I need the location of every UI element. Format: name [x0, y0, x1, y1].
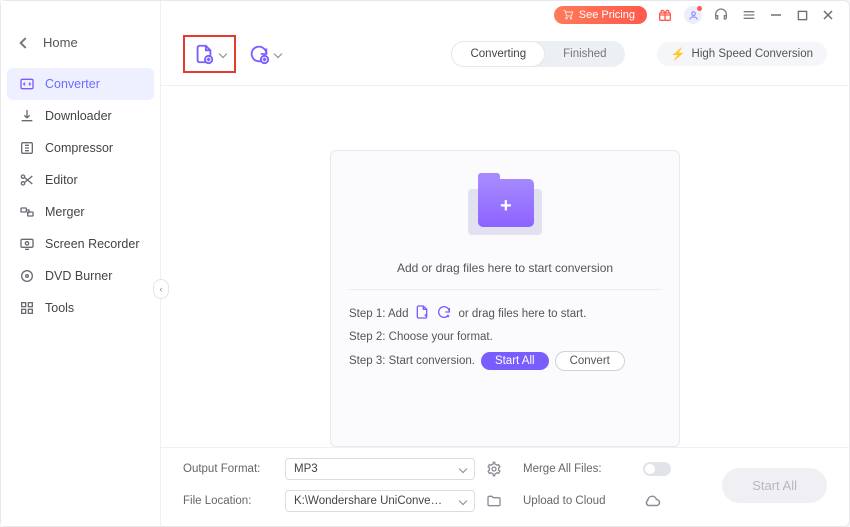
nav: Converter Downloader Compressor Editor — [1, 64, 160, 324]
sidebar-item-label: Downloader — [45, 109, 112, 123]
sidebar: Home Converter Downloader Compressor — [1, 1, 161, 526]
sidebar-item-compressor[interactable]: Compressor — [7, 132, 154, 164]
grid-icon — [19, 300, 35, 316]
merger-icon — [19, 204, 35, 220]
open-folder-button[interactable] — [485, 492, 503, 510]
cloud-icon[interactable] — [643, 494, 661, 508]
hsc-label: High Speed Conversion — [692, 48, 813, 60]
gift-icon[interactable] — [655, 5, 675, 25]
home-label: Home — [43, 35, 78, 50]
converter-icon — [19, 76, 35, 92]
folder-plus-icon: + — [460, 179, 550, 243]
step-2-row: Step 2: Choose your format. — [349, 331, 661, 343]
tab-converting[interactable]: Converting — [451, 41, 545, 67]
file-location-select[interactable]: K:\Wondershare UniConverter 1 — [285, 490, 475, 512]
step2-text: Step 2: Choose your format. — [349, 331, 493, 343]
output-format-value: MP3 — [294, 463, 318, 475]
sidebar-item-label: DVD Burner — [45, 269, 112, 283]
tab-finished[interactable]: Finished — [545, 41, 624, 67]
file-plus-icon — [193, 43, 215, 65]
sidebar-item-label: Converter — [45, 77, 100, 91]
chevron-down-icon — [219, 50, 227, 58]
high-speed-conversion-button[interactable]: ⚡ High Speed Conversion — [657, 42, 827, 66]
sidebar-item-tools[interactable]: Tools — [7, 292, 154, 324]
step1-suffix: or drag files here to start. — [458, 308, 586, 320]
sidebar-item-label: Merger — [45, 205, 85, 219]
chevron-left-icon — [19, 37, 30, 48]
refresh-plus-icon[interactable] — [436, 304, 452, 323]
merge-files-label: Merge All Files: — [523, 463, 633, 475]
sidebar-item-label: Screen Recorder — [45, 237, 140, 251]
footer: Output Format: MP3 Merge All Files: Star… — [161, 447, 849, 526]
minimize-button[interactable] — [767, 6, 785, 24]
add-file-button[interactable] — [193, 43, 226, 65]
menu-button[interactable] — [739, 5, 759, 25]
output-format-select[interactable]: MP3 — [285, 458, 475, 480]
titlebar: See Pricing — [161, 1, 849, 25]
chevron-down-icon — [459, 465, 467, 473]
disc-icon — [19, 268, 35, 284]
output-format-label: Output Format: — [183, 463, 275, 475]
dropzone[interactable]: + Add or drag files here to start conver… — [330, 150, 680, 447]
refresh-plus-icon — [248, 43, 270, 65]
step1-prefix: Step 1: Add — [349, 308, 408, 320]
add-from-source-button[interactable] — [248, 43, 281, 65]
dropzone-title: Add or drag files here to start conversi… — [397, 261, 613, 275]
home-button[interactable]: Home — [1, 27, 160, 64]
start-all-button-small[interactable]: Start All — [481, 352, 549, 370]
sidebar-item-dvd-burner[interactable]: DVD Burner — [7, 260, 154, 292]
close-button[interactable] — [819, 6, 837, 24]
cart-icon — [562, 9, 574, 21]
account-button[interactable] — [683, 5, 703, 25]
step-1-row: Step 1: Add or drag files here to start. — [349, 304, 661, 323]
convert-button[interactable]: Convert — [555, 351, 625, 371]
merge-files-toggle[interactable] — [643, 462, 671, 476]
file-location-label: File Location: — [183, 495, 275, 507]
support-button[interactable] — [711, 5, 731, 25]
maximize-button[interactable] — [793, 6, 811, 24]
add-file-highlight — [183, 35, 236, 73]
scissors-icon — [19, 172, 35, 188]
divider — [349, 289, 661, 290]
chevron-down-icon — [459, 497, 467, 505]
step-3-row: Step 3: Start conversion. Start All Conv… — [349, 351, 661, 371]
start-all-button[interactable]: Start All — [722, 468, 827, 503]
tab-label: Finished — [563, 48, 606, 60]
step3-text: Step 3: Start conversion. — [349, 355, 475, 367]
file-plus-icon[interactable] — [414, 304, 430, 323]
sidebar-item-converter[interactable]: Converter — [7, 68, 154, 100]
tab-label: Converting — [470, 48, 526, 60]
main: See Pricing — [161, 1, 849, 526]
chevron-down-icon — [274, 50, 282, 58]
compressor-icon — [19, 140, 35, 156]
sidebar-item-label: Tools — [45, 301, 74, 315]
sidebar-item-label: Editor — [45, 173, 78, 187]
pricing-label: See Pricing — [579, 9, 635, 21]
toolbar: Converting Finished ⚡ High Speed Convers… — [161, 25, 849, 81]
file-location-value: K:\Wondershare UniConverter 1 — [294, 495, 444, 507]
canvas: + Add or drag files here to start conver… — [161, 90, 849, 447]
sidebar-item-label: Compressor — [45, 141, 113, 155]
sidebar-item-editor[interactable]: Editor — [7, 164, 154, 196]
settings-icon[interactable] — [485, 460, 503, 478]
status-tabs: Converting Finished — [451, 41, 624, 67]
bolt-icon: ⚡ — [671, 47, 686, 61]
sidebar-item-downloader[interactable]: Downloader — [7, 100, 154, 132]
divider — [161, 85, 849, 86]
upload-cloud-label: Upload to Cloud — [523, 495, 633, 507]
see-pricing-button[interactable]: See Pricing — [554, 6, 647, 24]
recorder-icon — [19, 236, 35, 252]
notification-dot-icon — [697, 6, 702, 11]
sidebar-item-merger[interactable]: Merger — [7, 196, 154, 228]
download-icon — [19, 108, 35, 124]
sidebar-item-screen-recorder[interactable]: Screen Recorder — [7, 228, 154, 260]
